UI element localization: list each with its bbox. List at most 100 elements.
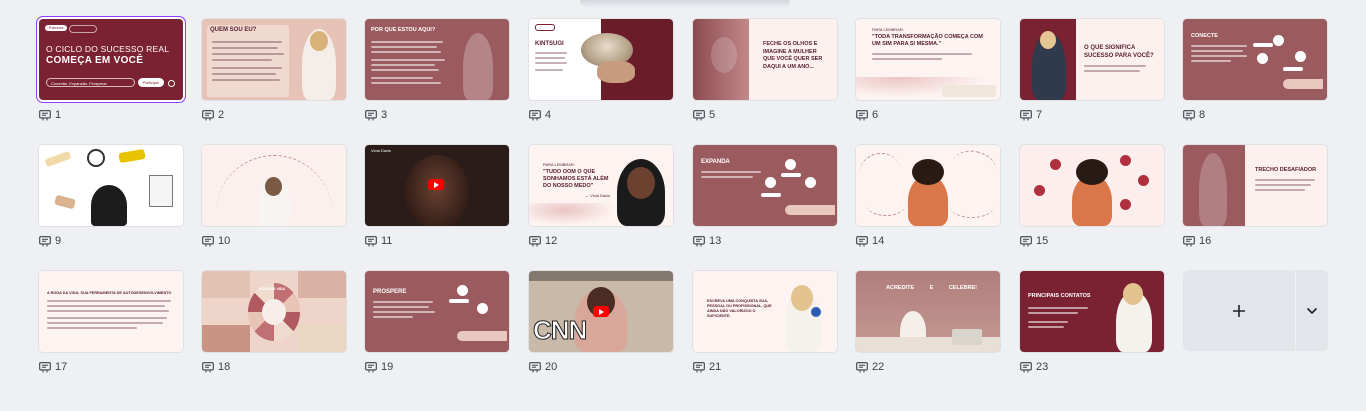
slide-title: CONECTE bbox=[1191, 33, 1218, 39]
slide-label-2[interactable]: 2 bbox=[202, 109, 224, 121]
slide-hand bbox=[785, 205, 835, 215]
slide-title: RODA DA VIDA bbox=[259, 287, 286, 291]
slide-label-1[interactable]: 1 bbox=[39, 109, 61, 121]
slide-label-11[interactable]: 11 bbox=[365, 235, 392, 247]
slide-thumbnail-6[interactable]: PARA LEMBRAR: "TODA TRANSFORMAÇÃO COMEÇA… bbox=[856, 19, 1000, 100]
slide-title: ESCREVA UMA CONQUISTA SUA, PESSOAL OU PR… bbox=[707, 299, 772, 318]
slide-photo-woman bbox=[463, 33, 493, 100]
slide-thumbnail-8[interactable]: CONECTE bbox=[1183, 19, 1327, 100]
presenter-notes-icon bbox=[1183, 235, 1195, 246]
youtube-play-icon[interactable] bbox=[593, 306, 609, 317]
slide-photo-woman bbox=[1199, 153, 1227, 226]
slide-photo-face bbox=[405, 155, 469, 226]
presenter-notes-icon bbox=[693, 235, 705, 246]
slide-label-10[interactable]: 10 bbox=[202, 235, 230, 247]
slide-label-21[interactable]: 21 bbox=[693, 361, 721, 373]
slide-thumbnail-23[interactable]: PRINCIPAIS CONTATOS bbox=[1020, 271, 1164, 352]
slide-input-mock: Conexão. Expansão. Prosperar bbox=[46, 78, 135, 87]
slide-label-23[interactable]: 23 bbox=[1020, 361, 1048, 373]
slide-title: "TUDO OOM O QUE SONHAMOS ESTÁ ALÉM DO NO… bbox=[543, 169, 609, 189]
slide-thumbnail-19[interactable]: PROSPERE bbox=[365, 271, 509, 352]
slide-label-22[interactable]: 22 bbox=[856, 361, 884, 373]
slide-title: TRECHO DESAFIADOR bbox=[1255, 167, 1317, 173]
slide-label-12[interactable]: 12 bbox=[529, 235, 557, 247]
presenter-notes-icon bbox=[529, 235, 541, 246]
scroll-shadow bbox=[580, 0, 790, 8]
presenter-notes-icon bbox=[39, 235, 51, 246]
slide-thumbnail-10[interactable] bbox=[202, 145, 346, 226]
slide-label-6[interactable]: 6 bbox=[856, 109, 878, 121]
slide-title: EXPANDA bbox=[701, 159, 730, 165]
slide-thumbnail-13[interactable]: EXPANDA bbox=[693, 145, 837, 226]
slide-thumbnail-18[interactable]: RODA DA VIDA bbox=[202, 271, 346, 352]
add-slide-button[interactable] bbox=[1183, 270, 1295, 351]
slide-thumbnail-22[interactable]: ACREDITE E CELEBRE! bbox=[856, 271, 1000, 352]
slide-label-18[interactable]: 18 bbox=[202, 361, 230, 373]
slide-number: 5 bbox=[709, 109, 716, 121]
slide-thumbnail-1[interactable]: Palestra O CICLO DO SUCESSO REAL COMEÇA … bbox=[39, 19, 183, 100]
plus-icon bbox=[1233, 304, 1245, 317]
slide-title: PROSPERE bbox=[373, 289, 407, 295]
slide-photo-book bbox=[942, 85, 996, 97]
slide-thumbnail-11[interactable]: Viola Davis bbox=[365, 145, 509, 226]
slide-thumbnail-7[interactable]: O QUE SIGNIFICA SUCESSO PARA VOCÊ? bbox=[1020, 19, 1164, 100]
slide-label-5[interactable]: 5 bbox=[693, 109, 715, 121]
slide-subtitle: COMEÇA EM VOCÊ bbox=[46, 55, 144, 66]
slide-hand bbox=[457, 331, 507, 341]
slide-label-20[interactable]: 20 bbox=[529, 361, 557, 373]
slide-label-13[interactable]: 13 bbox=[693, 235, 721, 247]
slide-label-15[interactable]: 15 bbox=[1020, 235, 1048, 247]
slide-label-4[interactable]: 4 bbox=[529, 109, 551, 121]
add-slide-options-button[interactable] bbox=[1296, 270, 1328, 351]
presenter-notes-icon bbox=[856, 109, 868, 120]
slide-label-3[interactable]: 3 bbox=[365, 109, 387, 121]
slide-label-8[interactable]: 8 bbox=[1183, 109, 1205, 121]
slide-number: 4 bbox=[545, 109, 552, 121]
slide-deco-circle bbox=[168, 80, 175, 87]
slide-thumbnail-20[interactable]: CNN bbox=[529, 271, 673, 352]
presenter-notes-icon bbox=[39, 109, 51, 120]
slide-kicker: PARA LEMBRAR: bbox=[872, 27, 904, 32]
slide-thumbnail-9[interactable] bbox=[39, 145, 183, 226]
slide-label-17[interactable]: 17 bbox=[39, 361, 67, 373]
slide-thumbnail-15[interactable] bbox=[1020, 145, 1164, 226]
slide-thumbnail-21[interactable]: ESCREVA UMA CONQUISTA SUA, PESSOAL OU PR… bbox=[693, 271, 837, 352]
slide-thumbnail-14[interactable] bbox=[856, 145, 1000, 226]
slide-thumbnail-16[interactable]: TRECHO DESAFIADOR bbox=[1183, 145, 1327, 226]
presenter-notes-icon bbox=[693, 109, 705, 120]
youtube-play-icon[interactable] bbox=[428, 179, 444, 190]
presenter-notes-icon bbox=[1020, 235, 1032, 246]
slide-thumbnail-4[interactable]: KINTSUGI bbox=[529, 19, 673, 100]
slide-number: 17 bbox=[55, 361, 68, 373]
slide-label-19[interactable]: 19 bbox=[365, 361, 393, 373]
slide-number: 15 bbox=[1036, 235, 1049, 247]
slide-title: PRINCIPAIS CONTATOS bbox=[1028, 293, 1091, 299]
slide-thumbnail-12[interactable]: PARA LEMBRAR: "TUDO OOM O QUE SONHAMOS E… bbox=[529, 145, 673, 226]
slide-hand bbox=[1283, 79, 1323, 89]
slide-label-14[interactable]: 14 bbox=[856, 235, 884, 247]
slide-thumbnail-5[interactable]: FECHE OS OLHOS E IMAGINE A MULHER QUE VO… bbox=[693, 19, 837, 100]
slide-label-16[interactable]: 16 bbox=[1183, 235, 1211, 247]
slide-label-9[interactable]: 9 bbox=[39, 235, 61, 247]
slide-thumbnail-17[interactable]: A RODA DA VIDA: SUA FERRAMENTA DE AUTODE… bbox=[39, 271, 183, 352]
slide-number: 9 bbox=[55, 235, 62, 247]
slide-title: "TODA TRANSFORMAÇÃO COMEÇA COM UM SIM PA… bbox=[872, 34, 983, 47]
slide-number: 23 bbox=[1036, 361, 1049, 373]
slide-title: A RODA DA VIDA: SUA FERRAMENTA DE AUTODE… bbox=[47, 291, 172, 295]
slide-number: 2 bbox=[218, 109, 225, 121]
slide-label-7[interactable]: 7 bbox=[1020, 109, 1042, 121]
slide-number: 1 bbox=[55, 109, 62, 121]
presenter-notes-icon bbox=[1183, 109, 1195, 120]
slide-number: 3 bbox=[381, 109, 388, 121]
slide-title: KINTSUGI bbox=[535, 41, 564, 47]
chevron-down-icon bbox=[1306, 307, 1318, 314]
slide-number: 11 bbox=[381, 235, 393, 247]
slide-thumbnail-2[interactable]: QUEM SOU EU? bbox=[202, 19, 346, 100]
slide-clock bbox=[87, 149, 105, 167]
slide-thumbnail-3[interactable]: POR QUE ESTOU AQUI? bbox=[365, 19, 509, 100]
presenter-notes-icon bbox=[365, 361, 377, 372]
presenter-notes-icon bbox=[529, 109, 541, 120]
slide-number: 10 bbox=[218, 235, 231, 247]
presenter-notes-icon bbox=[1020, 109, 1032, 120]
slide-tag-outline bbox=[69, 25, 97, 33]
